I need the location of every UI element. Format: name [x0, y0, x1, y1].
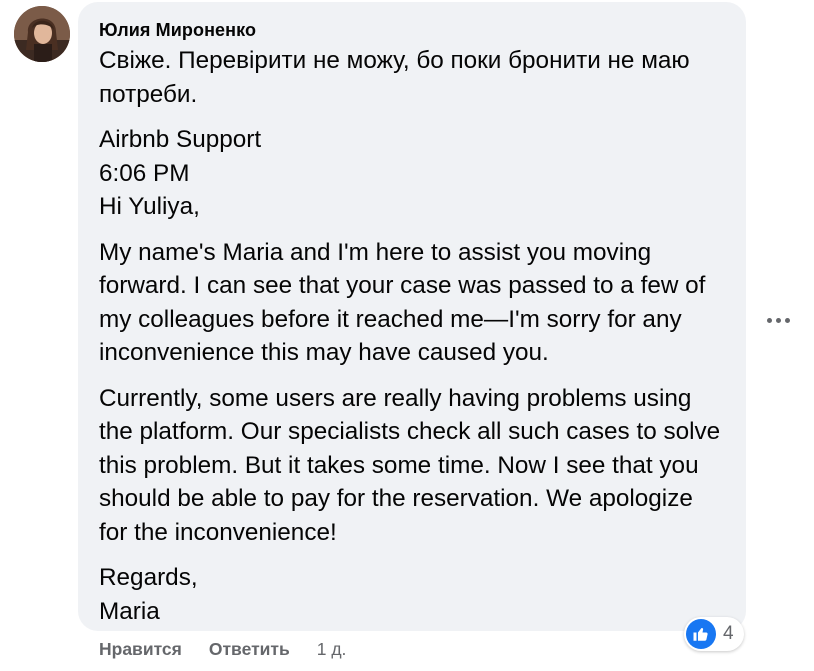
comment-author-name[interactable]: Юлия Мироненко	[99, 18, 724, 42]
comment-paragraph: Currently, some users are really having …	[99, 384, 721, 546]
comment-actions: Нравится Ответить 1 д.	[99, 637, 346, 661]
more-horizontal-icon-dot	[784, 317, 790, 323]
avatar-photo	[14, 6, 70, 62]
reply-button[interactable]: Ответить	[209, 639, 290, 660]
thumbs-up-icon	[686, 619, 716, 649]
comment-body: Свіже. Перевірити не можу, бо поки брони…	[99, 44, 724, 628]
more-horizontal-icon	[766, 317, 772, 323]
comment-paragraph: Airbnb Support 6:06 PM Hi Yuliya,	[99, 126, 262, 220]
comment-paragraph: Regards, Maria	[99, 564, 198, 625]
comment-paragraph: My name's Maria and I'm here to assist y…	[99, 238, 706, 367]
comment-paragraph: Свіже. Перевірити не можу, бо поки брони…	[99, 47, 690, 108]
more-horizontal-icon-dot	[775, 317, 781, 323]
more-options-button[interactable]	[760, 305, 796, 335]
avatar[interactable]	[14, 6, 70, 62]
comment-timestamp[interactable]: 1 д.	[317, 639, 347, 660]
like-button[interactable]: Нравится	[99, 639, 182, 660]
comment-bubble: Юлия Мироненко Свіже. Перевірити не можу…	[78, 2, 746, 631]
reactions-summary[interactable]: 4	[684, 617, 744, 651]
reaction-count: 4	[723, 623, 734, 644]
